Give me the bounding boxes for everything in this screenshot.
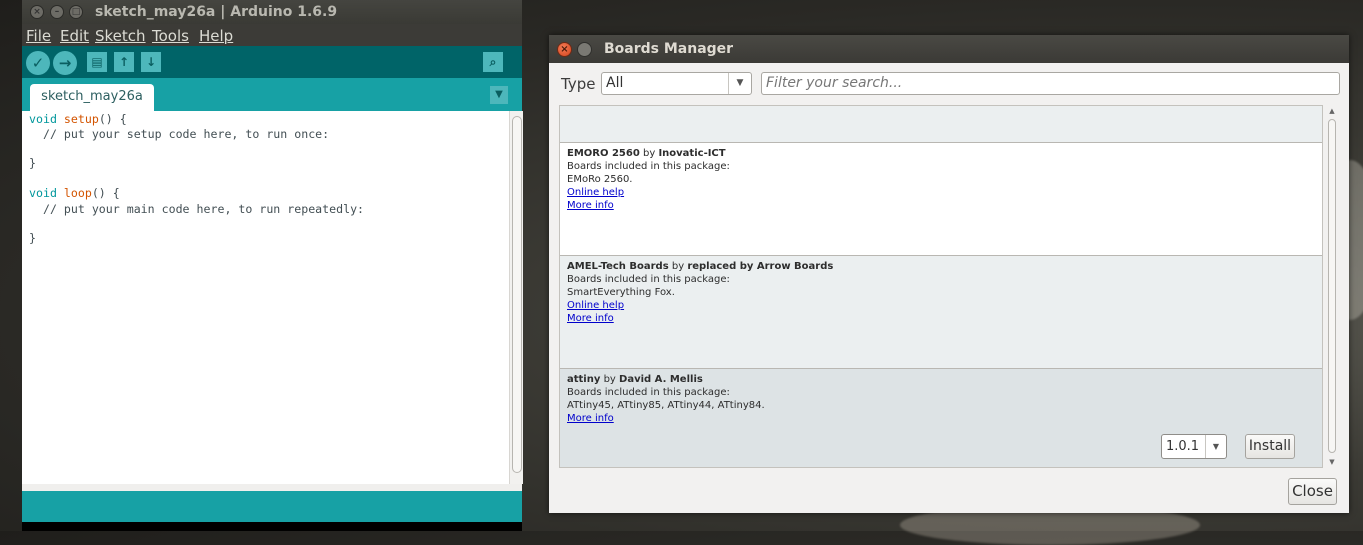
- code-text: () {: [98, 112, 127, 126]
- ide-tabbar: sketch_may26a ▼: [22, 78, 522, 111]
- chevron-down-icon[interactable]: ▼: [728, 73, 751, 94]
- ide-status-bar: [22, 491, 522, 522]
- version-select-value: 1.0.1: [1166, 439, 1200, 454]
- more-info-link[interactable]: More info: [567, 413, 614, 424]
- ide-console: [22, 522, 522, 531]
- close-icon[interactable]: ×: [30, 5, 44, 19]
- code-keyword: void: [29, 186, 57, 200]
- board-by: by: [643, 148, 656, 159]
- version-select[interactable]: 1.0.1 ▼: [1161, 434, 1227, 459]
- board-list-text: ATtiny45, ATtiny85, ATtiny44, ATtiny84.: [567, 400, 765, 411]
- menu-edit[interactable]: Edit: [60, 27, 89, 45]
- type-select[interactable]: All ▼: [601, 72, 752, 95]
- list-item[interactable]: AMEL-Tech Boards by replaced by Arrow Bo…: [560, 256, 1322, 369]
- tab-sketch[interactable]: sketch_may26a: [30, 84, 154, 111]
- boards-manager-dialog: × Boards Manager Type All ▼ Filter your …: [549, 35, 1349, 513]
- board-author: Inovatic-ICT: [658, 148, 726, 159]
- board-heading: attiny by David A. Mellis: [567, 374, 703, 385]
- new-icon[interactable]: ▤: [87, 52, 107, 72]
- boards-list[interactable]: EMORO 2560 by Inovatic-ICT Boards includ…: [559, 105, 1323, 468]
- code-function: loop: [63, 186, 92, 200]
- board-author: replaced by Arrow Boards: [687, 261, 834, 272]
- more-info-link[interactable]: More info: [567, 313, 614, 324]
- code-line: void loop() {: [29, 186, 120, 201]
- minimize-icon[interactable]: –: [50, 5, 64, 19]
- arduino-ide-window: × – □ sketch_may26a | Arduino 1.6.9 File…: [22, 0, 523, 531]
- dialog-titlebar: × Boards Manager: [549, 35, 1349, 63]
- code-line: }: [29, 156, 36, 170]
- open-icon[interactable]: ↑: [114, 52, 134, 72]
- board-included-label: Boards included in this package:: [567, 161, 730, 172]
- serial-monitor-icon[interactable]: ⌕: [483, 52, 503, 72]
- ide-toolbar: ✓ → ▤ ↑ ↓ ⌕: [22, 46, 522, 78]
- code-line: }: [29, 231, 36, 245]
- maximize-icon[interactable]: □: [69, 5, 83, 19]
- board-heading: AMEL-Tech Boards by replaced by Arrow Bo…: [567, 261, 833, 272]
- list-item[interactable]: [560, 106, 1322, 143]
- board-author: David A. Mellis: [619, 374, 703, 385]
- scroll-down-icon[interactable]: ▼: [1327, 457, 1337, 467]
- boards-list-scrollbar[interactable]: ▲ ▼: [1325, 105, 1339, 468]
- chevron-down-icon[interactable]: ▼: [1205, 435, 1226, 458]
- code-keyword: void: [29, 112, 57, 126]
- board-by: by: [671, 261, 685, 272]
- code-editor[interactable]: void setup() { // put your setup code he…: [22, 111, 522, 484]
- board-list-text: EMoRo 2560.: [567, 174, 633, 185]
- close-icon[interactable]: ×: [557, 42, 572, 57]
- board-name: attiny: [567, 374, 601, 385]
- code-comment: // put your setup code here, to run once…: [29, 127, 330, 141]
- type-select-value: All: [606, 75, 624, 91]
- code-function: setup: [63, 112, 99, 126]
- search-input[interactable]: Filter your search...: [761, 72, 1340, 95]
- scroll-up-icon[interactable]: ▲: [1327, 106, 1337, 116]
- board-list-text: SmartEverything Fox.: [567, 287, 675, 298]
- online-help-link[interactable]: Online help: [567, 187, 624, 198]
- list-item[interactable]: EMORO 2560 by Inovatic-ICT Boards includ…: [560, 143, 1322, 256]
- search-placeholder: Filter your search...: [766, 75, 903, 91]
- menu-sketch[interactable]: Sketch: [95, 27, 146, 45]
- ide-window-title: sketch_may26a | Arduino 1.6.9: [95, 4, 338, 20]
- close-button[interactable]: Close: [1288, 478, 1337, 505]
- dialog-title: Boards Manager: [604, 41, 734, 57]
- menu-file[interactable]: File: [26, 27, 51, 45]
- board-included-label: Boards included in this package:: [567, 274, 730, 285]
- menu-help[interactable]: Help: [199, 27, 233, 45]
- online-help-link[interactable]: Online help: [567, 300, 624, 311]
- verify-icon[interactable]: ✓: [26, 51, 50, 75]
- board-name: AMEL-Tech Boards: [567, 261, 669, 272]
- menu-tools[interactable]: Tools: [152, 27, 189, 45]
- type-label: Type: [561, 75, 596, 93]
- editor-scrollbar-thumb[interactable]: [512, 116, 522, 473]
- code-line: void setup() {: [29, 112, 127, 127]
- board-included-label: Boards included in this package:: [567, 387, 730, 398]
- board-name: EMORO 2560: [567, 148, 640, 159]
- boards-list-scrollbar-thumb[interactable]: [1328, 119, 1336, 453]
- board-heading: EMORO 2560 by Inovatic-ICT: [567, 148, 726, 159]
- install-button[interactable]: Install: [1245, 434, 1295, 459]
- editor-scrollbar[interactable]: [509, 111, 523, 484]
- ide-titlebar: × – □ sketch_may26a | Arduino 1.6.9: [22, 0, 522, 24]
- code-comment: // put your main code here, to run repea…: [29, 202, 365, 216]
- code-text: () {: [91, 186, 120, 200]
- editor-divider-handle[interactable]: [22, 484, 522, 491]
- board-by: by: [603, 374, 616, 385]
- tab-menu-chevron-down-icon[interactable]: ▼: [490, 86, 508, 104]
- ide-menubar: File Edit Sketch Tools Help: [22, 24, 522, 46]
- upload-icon[interactable]: →: [53, 51, 77, 75]
- more-info-link[interactable]: More info: [567, 200, 614, 211]
- maximize-icon[interactable]: [577, 42, 592, 57]
- save-icon[interactable]: ↓: [141, 52, 161, 72]
